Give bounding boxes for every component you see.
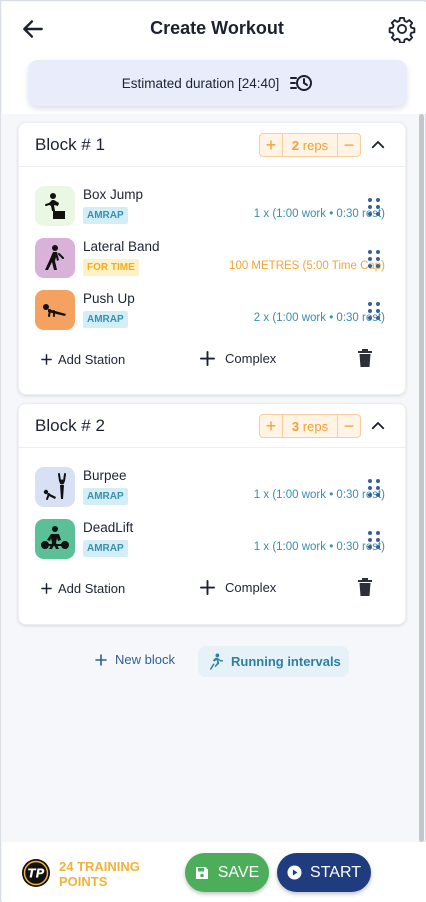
estimated-duration-card: Estimated duration [24:40] [28, 60, 407, 106]
lateral-band-icon [35, 238, 75, 278]
exercise-burpee[interactable]: Burpee AMRAP 1 x (1:00 work • 0:30 rest) [35, 467, 385, 507]
start-button[interactable]: START [277, 853, 371, 892]
complex-label: Complex [225, 351, 277, 366]
plus-icon [41, 583, 52, 594]
complex-button[interactable]: Complex [200, 580, 276, 595]
save-button[interactable]: SAVE [185, 853, 269, 892]
add-station-label: Add Station [58, 581, 126, 596]
estimated-duration-label: Estimated duration [24:40] [121, 75, 280, 91]
header: Create Workout Estimated duration [24:40… [2, 2, 426, 114]
reps-value: 2 reps [291, 137, 329, 153]
block-2: Block # 2 + 3 reps − Burpee AMRAP 1 x (1… [18, 403, 406, 625]
training-points-label: 24 TRAINING POINTS [59, 859, 140, 889]
page-title: Create Workout [150, 18, 284, 38]
footer: TP 24 TRAINING POINTS SAVE START [2, 842, 426, 902]
exercise-push-up[interactable]: Push Up AMRAP 2 x (1:00 work • 0:30 rest… [35, 290, 385, 330]
chevron-up-icon[interactable] [369, 136, 387, 154]
exercise-type-badge: FOR TIME [83, 259, 139, 276]
drag-handle-icon[interactable] [367, 249, 381, 269]
plus-icon [95, 653, 107, 666]
add-station-button[interactable]: Add Station [41, 352, 125, 367]
drag-handle-icon[interactable] [367, 301, 381, 321]
exercise-name: DeadLift [83, 520, 134, 535]
drag-handle-icon[interactable] [367, 478, 381, 498]
add-station-button[interactable]: Add Station [41, 581, 125, 596]
deadlift-icon [35, 519, 75, 559]
scrollbar[interactable] [419, 114, 424, 842]
exercise-type-badge: AMRAP [83, 311, 128, 328]
reps-increment-button[interactable]: + [260, 415, 282, 437]
box-jump-icon [35, 186, 75, 226]
exercise-lateral-band[interactable]: Lateral Band FOR TIME 100 METRES (5:00 T… [35, 238, 385, 278]
plus-icon [200, 351, 215, 366]
block-header: Block # 1 + 2 reps − [19, 123, 405, 167]
running-icon [210, 653, 223, 670]
add-station-label: Add Station [58, 352, 126, 367]
push-up-icon [35, 290, 75, 330]
training-points-logo: TP [22, 859, 50, 887]
plus-icon [200, 580, 215, 595]
trash-icon[interactable] [357, 578, 373, 596]
block-title: Block # 2 [35, 416, 105, 435]
exercise-name: Burpee [83, 468, 127, 483]
drag-handle-icon[interactable] [367, 197, 381, 217]
chevron-up-icon[interactable] [369, 417, 387, 435]
block-1: Block # 1 + 2 reps − Box Jump AMRAP 1 x … [18, 122, 406, 395]
exercise-name: Lateral Band [83, 239, 160, 254]
burpee-icon [35, 467, 75, 507]
exercise-detail: 1 x (1:00 work • 0:30 rest) [253, 208, 385, 220]
reps-decrement-button[interactable]: − [338, 134, 360, 156]
exercise-detail: 1 x (1:00 work • 0:30 rest) [253, 541, 385, 553]
timer-list-icon [290, 75, 313, 91]
exercise-type-badge: AMRAP [83, 540, 128, 557]
drag-handle-icon[interactable] [367, 530, 381, 550]
workout-actions: New block Running intervals [1, 646, 426, 678]
complex-label: Complex [225, 580, 277, 595]
reps-stepper: + 3 reps − [259, 414, 361, 438]
reps-decrement-button[interactable]: − [338, 415, 360, 437]
exercise-detail: 1 x (1:00 work • 0:30 rest) [253, 489, 385, 501]
gear-icon [388, 16, 416, 44]
new-block-button[interactable]: New block [95, 652, 175, 667]
complex-button[interactable]: Complex [200, 351, 276, 366]
plus-icon [41, 354, 52, 365]
exercise-name: Box Jump [83, 187, 144, 202]
settings-button[interactable] [388, 15, 416, 44]
save-icon [195, 866, 208, 879]
save-label: SAVE [217, 863, 260, 881]
exercise-type-badge: AMRAP [83, 207, 128, 224]
running-intervals-label: Running intervals [231, 654, 341, 669]
app-frame: Create Workout Estimated duration [24:40… [0, 0, 426, 902]
exercise-deadlift[interactable]: DeadLift AMRAP 1 x (1:00 work • 0:30 res… [35, 519, 385, 559]
exercise-box-jump[interactable]: Box Jump AMRAP 1 x (1:00 work • 0:30 res… [35, 186, 385, 226]
exercise-type-badge: AMRAP [83, 488, 128, 505]
play-circle-icon [287, 865, 302, 880]
block-header: Block # 2 + 3 reps − [19, 404, 405, 448]
exercise-detail: 100 METRES (5:00 Time Cap) [229, 260, 385, 272]
trash-icon[interactable] [357, 349, 373, 367]
reps-increment-button[interactable]: + [260, 134, 282, 156]
exercise-detail: 2 x (1:00 work • 0:30 rest) [253, 312, 385, 324]
reps-value: 3 reps [291, 418, 329, 434]
reps-stepper: + 2 reps − [259, 133, 361, 157]
new-block-label: New block [115, 652, 175, 667]
start-label: START [310, 863, 361, 881]
running-intervals-button[interactable]: Running intervals [198, 646, 349, 677]
block-title: Block # 1 [35, 135, 105, 154]
svg-text:TP: TP [28, 867, 45, 881]
exercise-name: Push Up [83, 291, 135, 306]
